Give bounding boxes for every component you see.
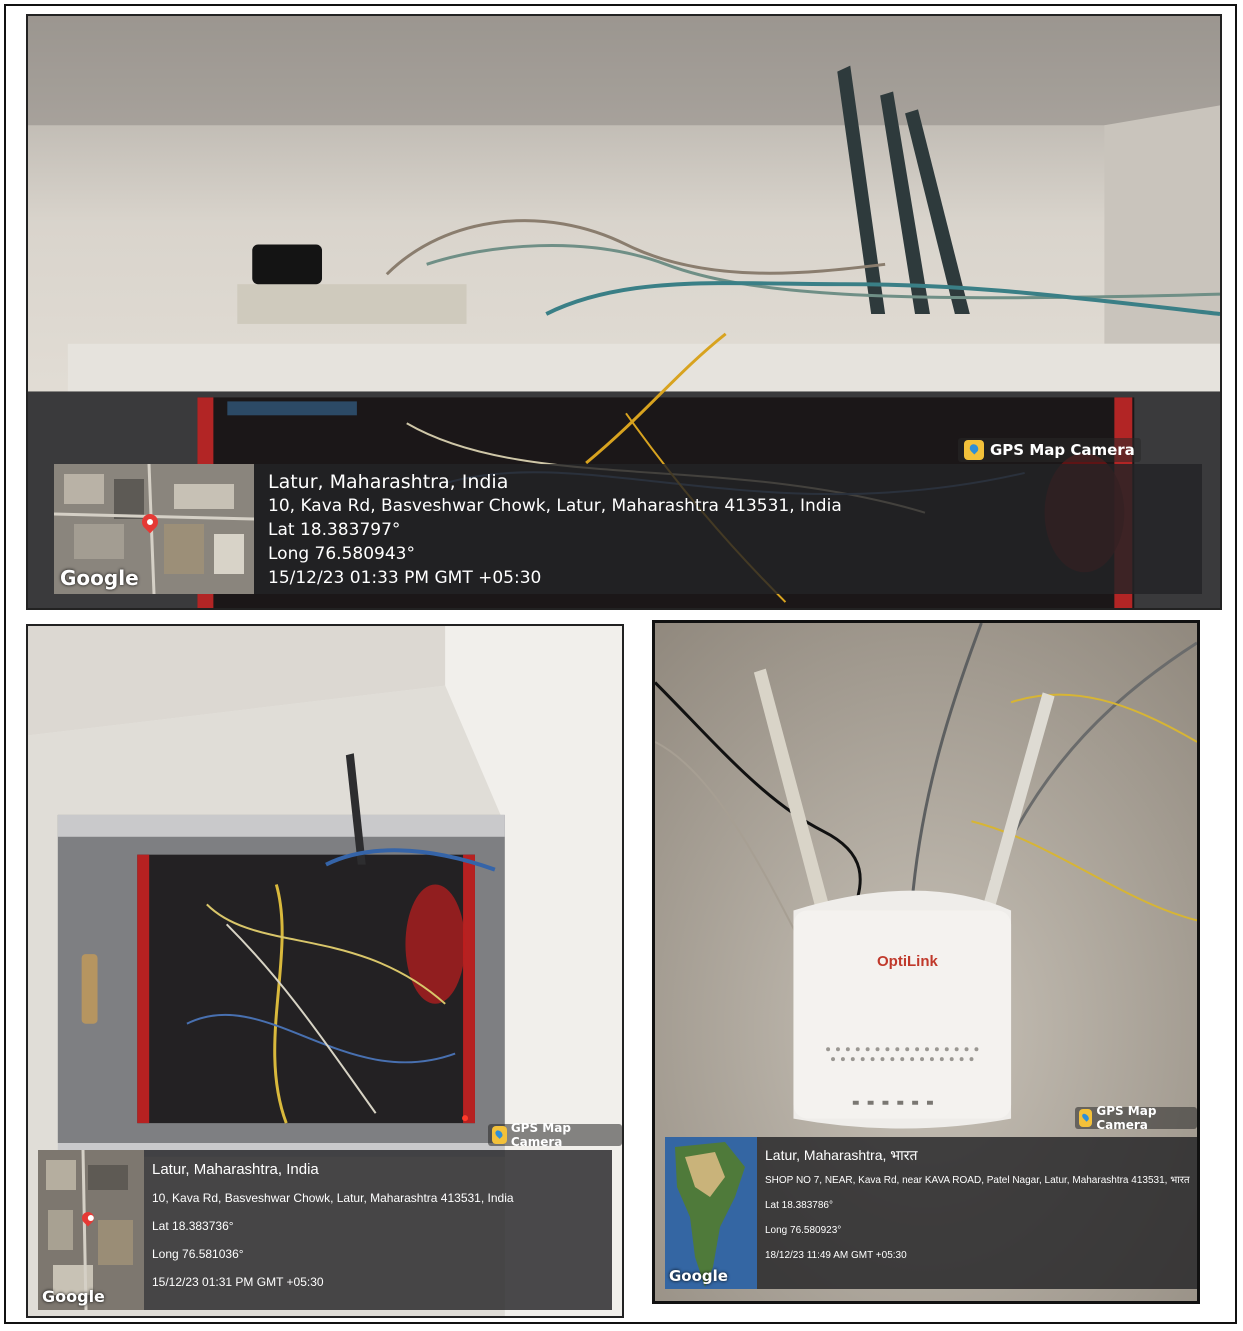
gps-map-camera-badge: GPS Map Camera bbox=[958, 438, 1141, 462]
map-thumbnail: Google bbox=[54, 464, 254, 594]
photo-bottom-right-router: OptiLink GPS Map Camera Google Latur, Ma… bbox=[652, 620, 1200, 1304]
location-overlay: Google Latur, Maharashtra, India 10, Kav… bbox=[38, 1150, 612, 1310]
location-longitude: Long 76.581036° bbox=[152, 1247, 244, 1261]
gps-badge-label: GPS Map Camera bbox=[990, 441, 1135, 459]
gps-map-camera-icon bbox=[964, 440, 984, 460]
location-city: Latur, Maharashtra, India bbox=[268, 471, 509, 493]
gps-map-camera-badge: GPS Map Camera bbox=[1075, 1104, 1197, 1132]
location-latitude: Lat 18.383786° bbox=[765, 1200, 833, 1211]
location-overlay: Google Latur, Maharashtra, India 10, Kav… bbox=[54, 464, 1202, 594]
router-brand-logo: OptiLink bbox=[877, 953, 938, 970]
photo-top-server-rack: GPS Map Camera Google Latur, Maharashtra… bbox=[26, 14, 1222, 610]
location-longitude: Long 76.580943° bbox=[268, 544, 415, 564]
location-city: Latur, Maharashtra, India bbox=[152, 1161, 319, 1178]
gps-badge-label: GPS Map Camera bbox=[510, 1121, 571, 1149]
location-city: Latur, Maharashtra, भारत bbox=[765, 1147, 918, 1163]
gps-map-camera-icon bbox=[1079, 1109, 1093, 1127]
location-address: SHOP NO 7, NEAR, Kava Rd, near KAVA ROAD… bbox=[765, 1175, 1190, 1186]
location-details: Latur, Maharashtra, भारत SHOP NO 7, NEAR… bbox=[757, 1137, 1197, 1289]
map-attribution: Google bbox=[42, 1287, 105, 1306]
map-attribution: Google bbox=[669, 1267, 728, 1285]
location-address: 10, Kava Rd, Basveshwar Chowk, Latur, Ma… bbox=[152, 1191, 514, 1205]
location-overlay: Google Latur, Maharashtra, भारत SHOP NO … bbox=[665, 1137, 1197, 1289]
location-address: 10, Kava Rd, Basveshwar Chowk, Latur, Ma… bbox=[268, 496, 842, 516]
map-thumbnail: Google bbox=[38, 1150, 144, 1310]
gps-badge-label: GPS Map Camera bbox=[1096, 1104, 1157, 1132]
location-timestamp: 15/12/23 01:33 PM GMT +05:30 bbox=[268, 568, 542, 588]
location-timestamp: 15/12/23 01:31 PM GMT +05:30 bbox=[152, 1275, 324, 1289]
satellite-map-image bbox=[38, 1150, 144, 1310]
map-thumbnail: Google bbox=[665, 1137, 757, 1289]
location-longitude: Long 76.580923° bbox=[765, 1225, 842, 1236]
photo-bottom-left-network-cabinet: GPS Map Camera Google Latur, Maharashtra… bbox=[26, 624, 624, 1318]
gps-map-camera-badge: GPS Map Camera bbox=[488, 1121, 622, 1149]
location-details: Latur, Maharashtra, India 10, Kava Rd, B… bbox=[254, 464, 1202, 594]
location-timestamp: 18/12/23 11:49 AM GMT +05:30 bbox=[765, 1250, 907, 1261]
location-latitude: Lat 18.383736° bbox=[152, 1219, 234, 1233]
map-attribution: Google bbox=[60, 566, 139, 590]
location-latitude: Lat 18.383797° bbox=[268, 520, 401, 540]
location-details: Latur, Maharashtra, India 10, Kava Rd, B… bbox=[144, 1150, 612, 1310]
gps-map-camera-icon bbox=[492, 1126, 507, 1144]
